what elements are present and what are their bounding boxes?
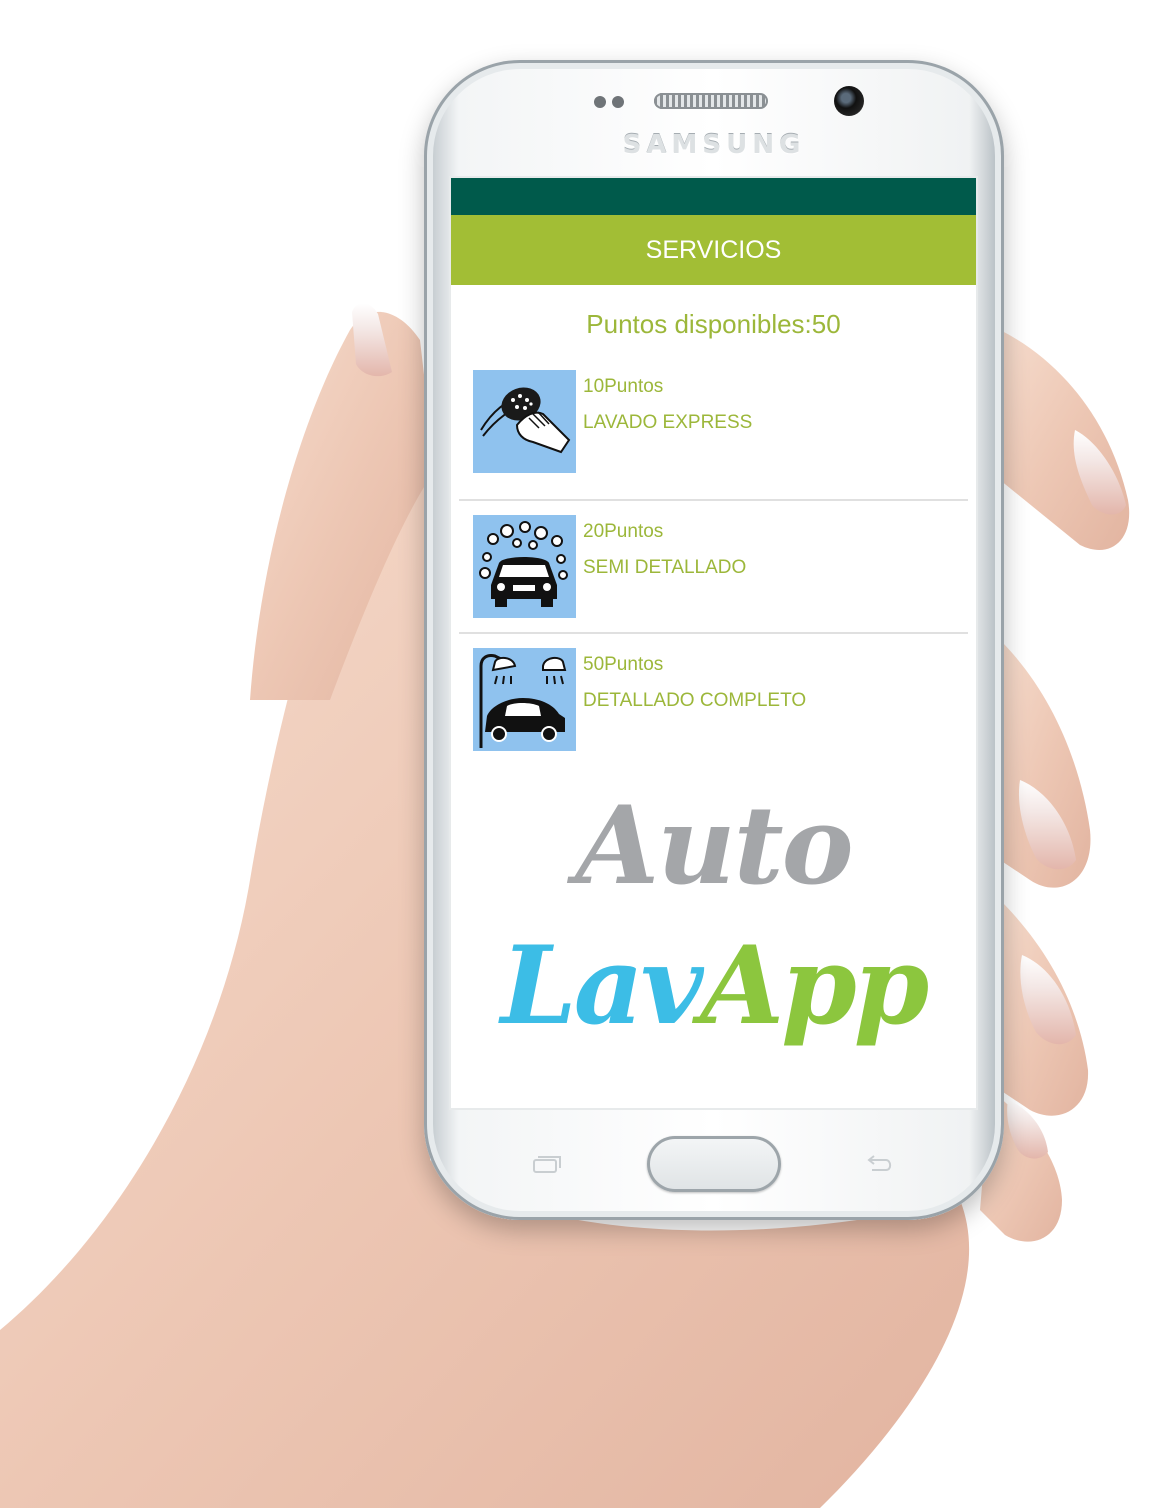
page-title: SERVICIOS — [645, 235, 782, 264]
status-bar — [451, 178, 976, 215]
logo-line-lavapp: LavApp — [451, 923, 976, 1049]
service-item-semi-detallado[interactable]: 20Puntos SEMI DETALLADO — [459, 501, 968, 634]
logo-app: App — [700, 923, 929, 1049]
logo-line-auto: Auto — [575, 783, 853, 909]
car-shower-wash-icon — [473, 648, 576, 751]
home-button[interactable] — [647, 1136, 781, 1192]
service-name: DETALLADO COMPLETO — [583, 690, 807, 711]
front-camera — [834, 86, 864, 116]
service-item-detallado-completo[interactable]: 50Puntos DETALLADO COMPLETO — [459, 634, 968, 767]
hand-sponge-wash-icon — [473, 370, 576, 473]
service-points: 10Puntos — [583, 376, 664, 397]
service-list: 10Puntos LAVADO EXPRESS 20Puntos SEMI DE… — [451, 370, 976, 767]
service-points: 20Puntos — [583, 521, 664, 542]
back-icon[interactable] — [864, 1154, 894, 1174]
autolavapp-logo: Auto LavApp — [451, 763, 976, 1083]
app-bar: SERVICIOS — [451, 215, 976, 285]
earpiece-speaker — [654, 93, 768, 109]
service-item-lavado-express[interactable]: 10Puntos LAVADO EXPRESS — [459, 370, 968, 501]
brand-label: SAMSUNG — [622, 130, 806, 160]
car-foam-wash-icon — [473, 515, 576, 618]
service-name: SEMI DETALLADO — [583, 557, 747, 578]
app-screen: SERVICIOS Puntos disponibles:50 10Puntos… — [451, 178, 976, 1108]
available-points: Puntos disponibles:50 — [586, 309, 841, 339]
recent-apps-icon[interactable] — [532, 1154, 562, 1174]
logo-lav: Lav — [500, 923, 704, 1049]
phone-device: SAMSUNG SERVICIOS Puntos disponibles:50 — [424, 60, 1004, 1220]
service-name: LAVADO EXPRESS — [583, 412, 753, 433]
service-points: 50Puntos — [583, 654, 664, 675]
sensor-dots — [594, 95, 630, 113]
